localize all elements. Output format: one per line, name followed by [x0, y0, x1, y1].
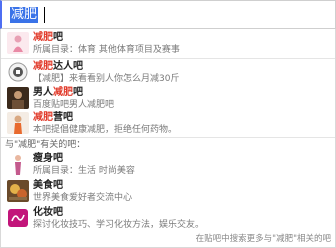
- man-photo-thumb-icon: [7, 87, 29, 109]
- suggestion-desc: 本吧提倡健康减肥，拒绝任何药物。: [33, 125, 178, 135]
- suggestion-title: 减肥吧: [33, 32, 63, 43]
- divider: [1, 137, 335, 138]
- related-title: 瘦身吧: [33, 153, 63, 164]
- suggestion-item[interactable]: 减肥营吧 本吧提倡健康减肥，拒绝任何药物。: [1, 111, 335, 137]
- suggestion-item[interactable]: 减肥达人吧 【减肥】来看看别人你怎么月减30斤: [1, 60, 335, 86]
- suggestion-item[interactable]: 减肥吧 所属目录：体育 其他体育项目及赛事: [1, 31, 335, 57]
- suggestion-desc: 所属目录：体育 其他体育项目及赛事: [33, 45, 180, 55]
- suggestion-desc: 百度贴吧男人减肥吧: [33, 100, 115, 110]
- related-desc: 所属目录：生活 时尚美容: [33, 166, 135, 176]
- related-title: 化妆吧: [33, 207, 63, 218]
- suggestion-item[interactable]: 男人减肥吧 百度贴吧男人减肥吧: [1, 86, 335, 112]
- related-item[interactable]: 瘦身吧 所属目录：生活 时尚美容: [1, 152, 335, 178]
- text-caret: [44, 7, 45, 23]
- related-item[interactable]: 美食吧 世界美食爱好者交流中心: [1, 179, 335, 205]
- search-query-text: 减肥: [10, 7, 39, 23]
- search-more-link[interactable]: 在贴吧中搜索更多与"减肥"相关的吧: [196, 233, 331, 245]
- woman-figure-thumb-icon: [7, 153, 29, 175]
- pink-figure-thumb-icon: [7, 32, 29, 54]
- search-input[interactable]: 减肥: [0, 0, 336, 29]
- suggestion-title: 减肥营吧: [33, 112, 73, 123]
- related-section-label: 与"减肥"有关的吧：: [5, 140, 86, 150]
- related-desc: 世界美食爱好者交流中心: [33, 193, 133, 203]
- suggestion-title: 减肥达人吧: [33, 61, 83, 72]
- food-photo-thumb-icon: [7, 180, 29, 202]
- search-suggest-widget: 减肥 减肥吧 所属目录：体育 其他体育项目及赛事 减肥达人吧 【减肥】来看看别人…: [0, 0, 336, 248]
- makeup-logo-thumb-icon: [7, 207, 29, 229]
- suggestion-title: 男人减肥吧: [33, 87, 83, 98]
- related-title: 美食吧: [33, 180, 63, 191]
- suggestion-desc: 【减肥】来看看别人你怎么月减30斤: [33, 74, 180, 84]
- suggestion-dropdown: 减肥吧 所属目录：体育 其他体育项目及赛事 减肥达人吧 【减肥】来看看别人你怎么…: [0, 29, 336, 248]
- round-badge-thumb-icon: [7, 61, 29, 83]
- related-item[interactable]: 化妆吧 探讨化妆技巧、学习化妆方法，娱乐交友。: [1, 206, 335, 232]
- related-desc: 探讨化妆技巧、学习化妆方法，娱乐交友。: [33, 220, 205, 230]
- divider: [1, 58, 335, 59]
- woman-photo-thumb-icon: [7, 112, 29, 134]
